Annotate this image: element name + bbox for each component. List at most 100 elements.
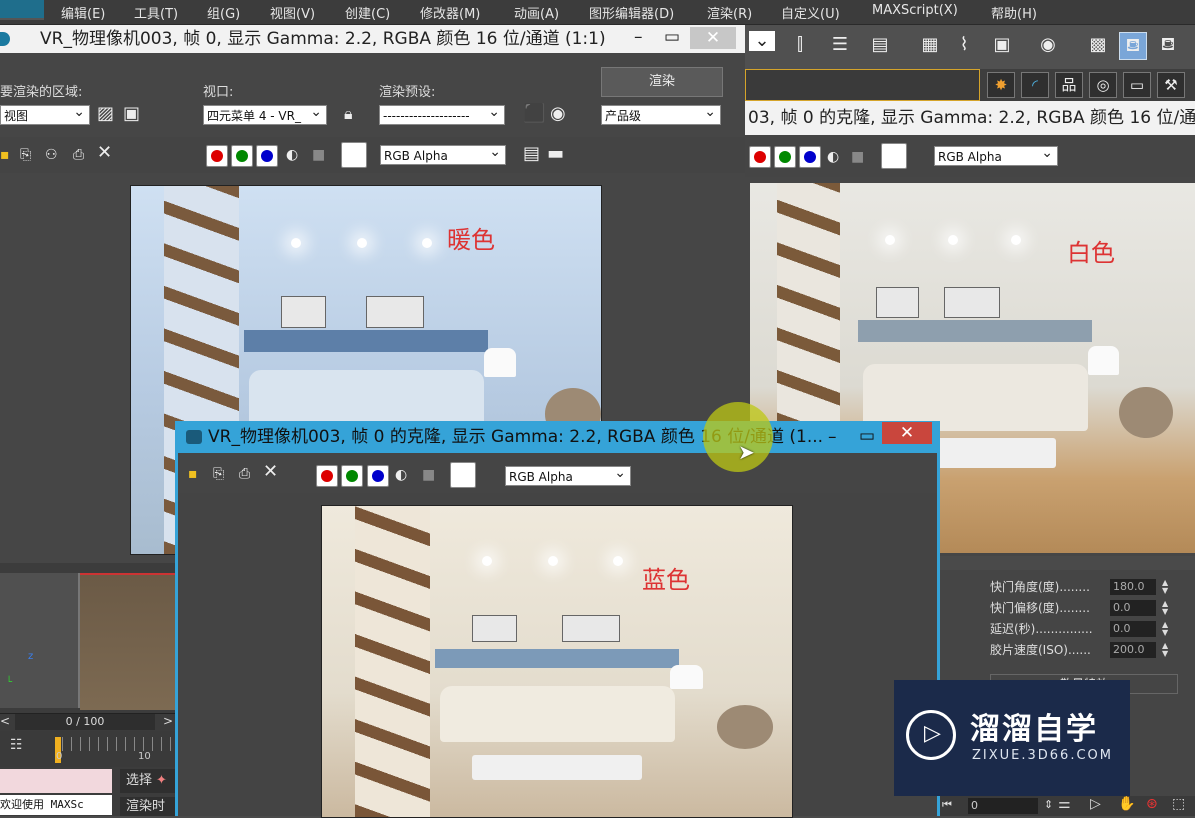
- blue-channel-toggle[interactable]: [799, 146, 821, 168]
- alpha-toggle-icon[interactable]: ◐: [827, 148, 839, 166]
- goto-start-icon[interactable]: ⏮: [942, 798, 952, 812]
- render-setup-icon[interactable]: ▩: [1085, 32, 1111, 58]
- pan-hand-icon[interactable]: ✋: [1118, 796, 1135, 812]
- key-filter-icon[interactable]: ☷: [10, 737, 23, 753]
- viewport-left[interactable]: z └: [0, 563, 175, 713]
- color-swatch[interactable]: [341, 142, 367, 168]
- render-frame-teapot-icon[interactable]: ⛾: [1119, 32, 1147, 60]
- red-channel-toggle[interactable]: [206, 145, 228, 167]
- color-swatch[interactable]: [450, 462, 476, 488]
- color-swatch[interactable]: [881, 143, 907, 169]
- print-icon[interactable]: ⎙: [73, 146, 84, 164]
- render-setup-icon[interactable]: ⬛: [523, 105, 545, 123]
- menu-edit[interactable]: 编辑(E): [61, 3, 105, 22]
- mirror-icon[interactable]: ⫿: [787, 32, 813, 58]
- welcome-text[interactable]: 欢迎使用 MAXSc: [0, 795, 112, 815]
- maxscript-listener[interactable]: [0, 769, 112, 793]
- selection-dropdown-icon[interactable]: ⌄: [749, 31, 775, 51]
- menu-customize[interactable]: 自定义(U): [781, 3, 840, 22]
- clone-icon[interactable]: ⚇: [45, 146, 58, 164]
- menu-maxscript[interactable]: MAXScript(X): [872, 3, 958, 18]
- blue-channel-toggle[interactable]: [367, 465, 389, 487]
- green-channel-toggle[interactable]: [774, 146, 796, 168]
- motion-icon[interactable]: ◎: [1089, 72, 1117, 98]
- layer-icon[interactable]: ▤: [867, 32, 893, 58]
- close-button[interactable]: ✕: [690, 27, 736, 49]
- spinner-icon[interactable]: ⇕: [1044, 798, 1053, 811]
- schematic-icon[interactable]: ▣: [989, 32, 1015, 58]
- orbit-icon[interactable]: ⊛: [1146, 796, 1158, 812]
- hierarchy-icon[interactable]: 品: [1055, 72, 1083, 98]
- curve-editor-icon[interactable]: ⌇: [951, 32, 977, 58]
- spinner-icon[interactable]: ▲ ▼: [1162, 642, 1172, 658]
- mono-toggle-icon[interactable]: ■: [851, 148, 864, 166]
- spinner-icon[interactable]: ▲ ▼: [1162, 600, 1172, 616]
- material-editor-icon[interactable]: ◉: [1035, 32, 1061, 58]
- param-value[interactable]: 180.0: [1110, 579, 1156, 595]
- param-value[interactable]: 200.0: [1110, 642, 1156, 658]
- track-bar[interactable]: ☷ 0 10: [0, 731, 175, 767]
- close-button[interactable]: ✕: [882, 422, 932, 444]
- time-slider[interactable]: < 0 / 100 >: [0, 713, 175, 732]
- frame-field[interactable]: 0: [968, 798, 1038, 814]
- prev-frame-icon[interactable]: <: [0, 714, 10, 728]
- alpha-toggle-icon[interactable]: ◐: [395, 466, 407, 484]
- maximize-button[interactable]: ▭: [664, 25, 680, 51]
- blue-channel-toggle[interactable]: [256, 145, 278, 167]
- render-button[interactable]: 渲染: [601, 67, 723, 97]
- spinner-icon[interactable]: ▲ ▼: [1162, 621, 1172, 637]
- quality-select[interactable]: 产品级: [601, 105, 721, 125]
- menu-tools[interactable]: 工具(T): [134, 3, 178, 22]
- maximize-viewport-icon[interactable]: ⬚: [1172, 796, 1185, 812]
- align-icon[interactable]: ☰: [827, 32, 853, 58]
- play-icon[interactable]: ▷: [1090, 796, 1101, 812]
- layer-manager-icon[interactable]: ▦: [917, 32, 943, 58]
- preset-select[interactable]: --------------------: [379, 105, 505, 125]
- menu-modifiers[interactable]: 修改器(M): [420, 3, 480, 22]
- menu-help[interactable]: 帮助(H): [991, 3, 1037, 22]
- menu-group[interactable]: 组(G): [207, 3, 240, 22]
- key-mode-icon[interactable]: ⚌: [1058, 796, 1071, 812]
- menu-view[interactable]: 视图(V): [270, 3, 315, 22]
- display-toggle-icon[interactable]: ▤: [523, 145, 540, 163]
- channel-select[interactable]: RGB Alpha: [934, 146, 1058, 166]
- minimize-button[interactable]: –: [634, 25, 643, 51]
- auto-region-icon[interactable]: ▣: [123, 105, 140, 123]
- viewport-perspective[interactable]: z └: [0, 573, 80, 708]
- clear-icon[interactable]: ✕: [97, 144, 112, 162]
- minimize-button[interactable]: –: [828, 421, 837, 453]
- modify-icon[interactable]: ◜: [1021, 72, 1049, 98]
- utilities-icon[interactable]: ⚒: [1157, 72, 1185, 98]
- green-channel-toggle[interactable]: [231, 145, 253, 167]
- viewport-floor[interactable]: [80, 573, 175, 710]
- red-channel-toggle[interactable]: [316, 465, 338, 487]
- edit-region-icon[interactable]: ▨: [97, 105, 114, 123]
- area-select[interactable]: 视图: [0, 105, 90, 125]
- menu-graph-editors[interactable]: 图形编辑器(D): [589, 3, 674, 22]
- lock-icon[interactable]: 🔒︎: [344, 105, 353, 123]
- next-frame-icon[interactable]: >: [163, 714, 173, 728]
- mono-toggle-icon[interactable]: ■: [422, 466, 435, 484]
- alpha-toggle-icon[interactable]: ◐: [286, 146, 298, 164]
- create-lights-icon[interactable]: ✸: [987, 72, 1015, 98]
- copy-icon[interactable]: ⎘: [213, 465, 224, 483]
- spinner-icon[interactable]: ▲ ▼: [1162, 579, 1172, 595]
- menu-rendering[interactable]: 渲染(R): [707, 3, 752, 22]
- param-value[interactable]: 0.0: [1110, 600, 1156, 616]
- environment-icon[interactable]: ◉: [550, 105, 566, 123]
- channel-select[interactable]: RGB Alpha: [505, 466, 631, 486]
- render-teapot-icon[interactable]: ⛾: [1155, 32, 1181, 58]
- save-icon[interactable]: ▪: [188, 465, 198, 483]
- mono-toggle-icon[interactable]: ■: [312, 146, 325, 164]
- param-value[interactable]: 0.0: [1110, 621, 1156, 637]
- green-channel-toggle[interactable]: [341, 465, 363, 487]
- viewport-select[interactable]: 四元菜单 4 - VR_: [203, 105, 327, 125]
- menu-create[interactable]: 创建(C): [345, 3, 390, 22]
- display-icon[interactable]: ▭: [1123, 72, 1151, 98]
- save-icon[interactable]: ▪: [0, 146, 10, 164]
- menu-animation[interactable]: 动画(A): [514, 3, 559, 22]
- clear-icon[interactable]: ✕: [263, 463, 278, 481]
- channel-select[interactable]: RGB Alpha: [380, 145, 506, 165]
- print-icon[interactable]: ⎙: [239, 465, 250, 483]
- split-view-icon[interactable]: ▬: [547, 145, 564, 163]
